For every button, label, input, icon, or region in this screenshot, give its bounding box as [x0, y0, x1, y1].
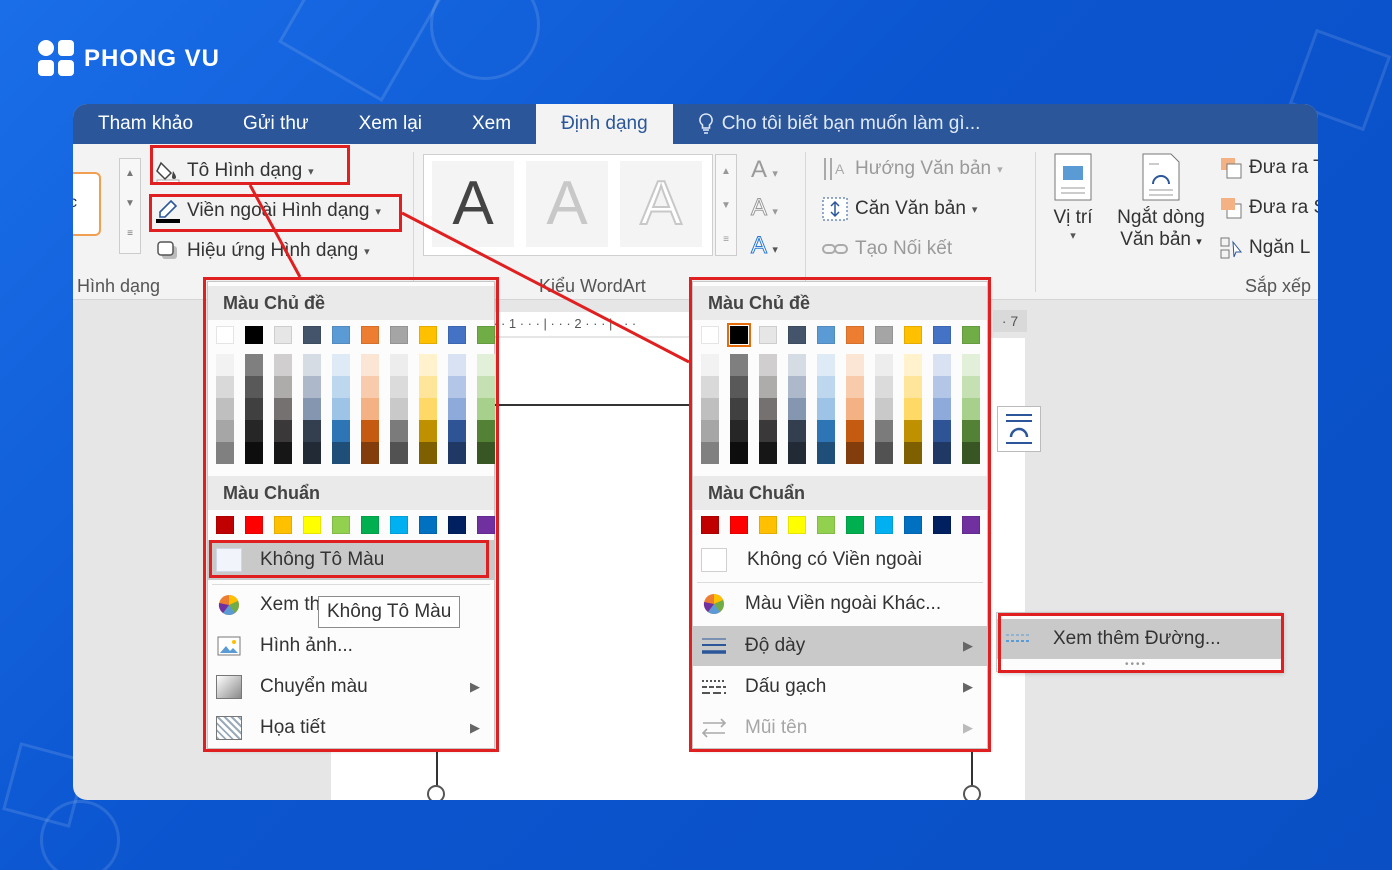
- callout-lines: [248, 184, 690, 364]
